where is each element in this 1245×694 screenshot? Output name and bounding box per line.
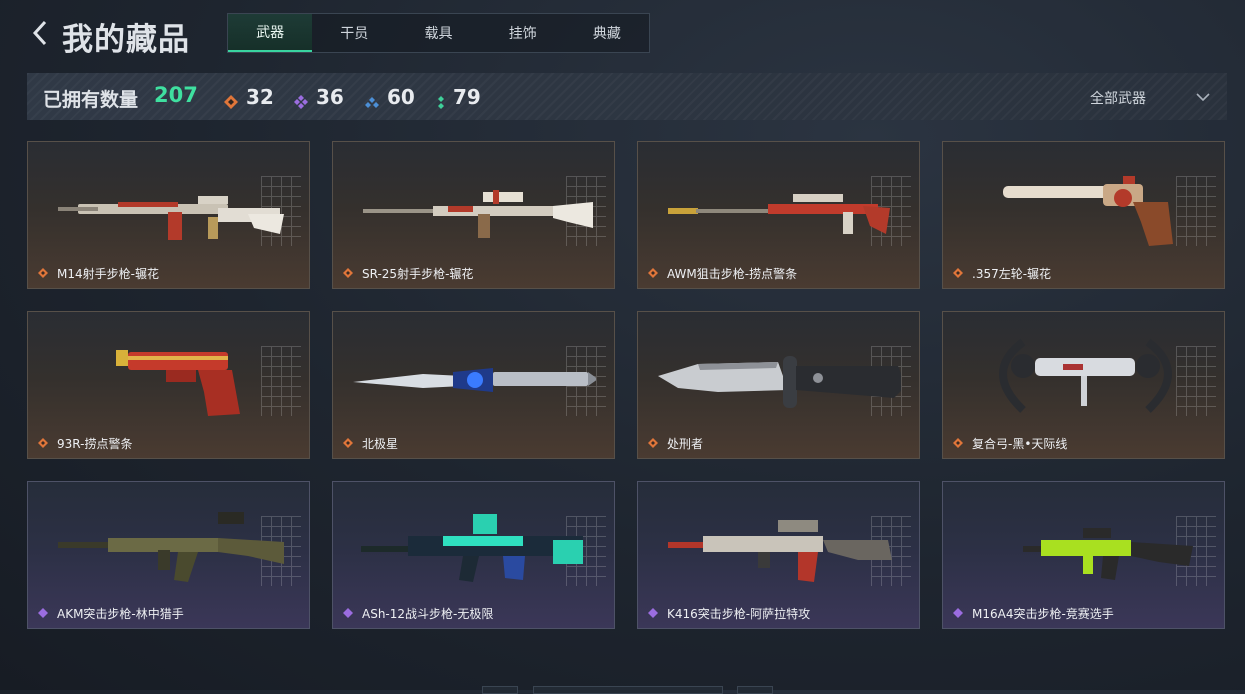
rarity-count-orange: 32 bbox=[224, 85, 274, 109]
weapon-card-executioner[interactable]: 处刑者 bbox=[637, 311, 920, 459]
owned-count: 207 bbox=[154, 83, 198, 107]
weapon-name: 93R-捞点警条 bbox=[57, 437, 133, 451]
tab-weapons[interactable]: 武器 bbox=[228, 14, 313, 52]
orange-diamond-icon bbox=[953, 438, 963, 448]
sniper-rifle-icon bbox=[668, 194, 890, 234]
orange-diamond-icon bbox=[224, 90, 238, 109]
orange-diamond-icon bbox=[953, 268, 963, 278]
weapon-name: 北极星 bbox=[362, 437, 399, 451]
tab-vehicles[interactable]: 载具 bbox=[396, 14, 480, 52]
rarity-count-green: 79 bbox=[437, 85, 481, 109]
pistol-icon bbox=[116, 350, 240, 416]
weapon-name: M14射手步枪-辗花 bbox=[57, 267, 159, 281]
blue-diamond-icon bbox=[365, 90, 379, 108]
owned-label: 已拥有数量 bbox=[43, 89, 139, 111]
back-chevron-icon[interactable] bbox=[30, 18, 52, 48]
purple-diamond-icon bbox=[343, 608, 353, 618]
rifle-icon bbox=[363, 190, 593, 238]
bow-icon bbox=[999, 338, 1172, 413]
category-tabs: 武器 干员 载具 挂饰 典藏 bbox=[227, 13, 650, 53]
weapon-name: AWM狙击步枪-捞点警条 bbox=[667, 267, 798, 281]
orange-diamond-icon bbox=[38, 438, 48, 448]
top-bar: 我的藏品 武器 干员 载具 挂饰 典藏 bbox=[0, 0, 1245, 66]
rifle-icon bbox=[58, 512, 284, 582]
rifle-icon bbox=[668, 520, 892, 582]
tab-collection[interactable]: 典藏 bbox=[565, 14, 649, 52]
purple-diamond-icon bbox=[294, 90, 308, 109]
tab-charms[interactable]: 挂饰 bbox=[481, 14, 565, 52]
weapon-name: M16A4突击步枪-竞赛选手 bbox=[972, 607, 1114, 621]
weapon-card-k416[interactable]: K416突击步枪-阿萨拉特攻 bbox=[637, 481, 920, 629]
orange-diamond-icon bbox=[343, 438, 353, 448]
green-dots-icon bbox=[437, 90, 445, 109]
rifle-icon bbox=[361, 514, 583, 582]
weapon-card-awm[interactable]: AWM狙击步枪-捞点警条 bbox=[637, 141, 920, 289]
orange-diamond-icon bbox=[343, 268, 353, 278]
knife-icon bbox=[658, 356, 901, 408]
weapon-card-m14[interactable]: M14射手步枪-辗花 bbox=[27, 141, 310, 289]
purple-diamond-icon bbox=[648, 608, 658, 618]
rifle-icon bbox=[1023, 528, 1193, 580]
orange-diamond-icon bbox=[38, 268, 48, 278]
tab-operators[interactable]: 干员 bbox=[312, 14, 396, 52]
page-next-control[interactable] bbox=[737, 686, 773, 694]
page-prev-control[interactable] bbox=[482, 686, 518, 694]
weapon-name: 处刑者 bbox=[667, 437, 704, 451]
weapon-card-357[interactable]: .357左轮-辗花 bbox=[942, 141, 1225, 289]
weapon-card-93r[interactable]: 93R-捞点警条 bbox=[27, 311, 310, 459]
page-title: 我的藏品 bbox=[62, 22, 190, 58]
revolver-icon bbox=[1003, 176, 1173, 246]
rarity-count-blue: 60 bbox=[365, 85, 415, 109]
weapon-card-ash12[interactable]: ASh-12战斗步枪-无极限 bbox=[332, 481, 615, 629]
purple-diamond-icon bbox=[38, 608, 48, 618]
rifle-icon bbox=[58, 196, 284, 240]
weapon-name: K416突击步枪-阿萨拉特攻 bbox=[667, 607, 811, 621]
page-indicator bbox=[533, 686, 723, 694]
weapon-name: AKM突击步枪-林中猎手 bbox=[57, 607, 184, 621]
weapon-card-akm[interactable]: AKM突击步枪-林中猎手 bbox=[27, 481, 310, 629]
weapon-name: .357左轮-辗花 bbox=[972, 267, 1052, 281]
weapon-name: SR-25射手步枪-辗花 bbox=[362, 267, 474, 281]
weapon-card-m16a4[interactable]: M16A4突击步枪-竞赛选手 bbox=[942, 481, 1225, 629]
orange-diamond-icon bbox=[648, 268, 658, 278]
ownership-stats-bar: 已拥有数量 207 32 36 60 79 全部武器 bbox=[27, 73, 1227, 120]
rarity-count-purple: 36 bbox=[294, 85, 344, 109]
knife-icon bbox=[353, 368, 596, 392]
purple-diamond-icon bbox=[953, 608, 963, 618]
weapon-card-polaris[interactable]: 北极星 bbox=[332, 311, 615, 459]
weapon-card-compound-bow[interactable]: 复合弓-黑•天际线 bbox=[942, 311, 1225, 459]
weapon-name: ASh-12战斗步枪-无极限 bbox=[362, 607, 494, 621]
weapon-card-sr25[interactable]: SR-25射手步枪-辗花 bbox=[332, 141, 615, 289]
chevron-down-icon[interactable] bbox=[1195, 89, 1211, 103]
orange-diamond-icon bbox=[648, 438, 658, 448]
weapon-name: 复合弓-黑•天际线 bbox=[972, 437, 1068, 451]
weapon-filter-dropdown[interactable]: 全部武器 bbox=[1090, 88, 1146, 108]
